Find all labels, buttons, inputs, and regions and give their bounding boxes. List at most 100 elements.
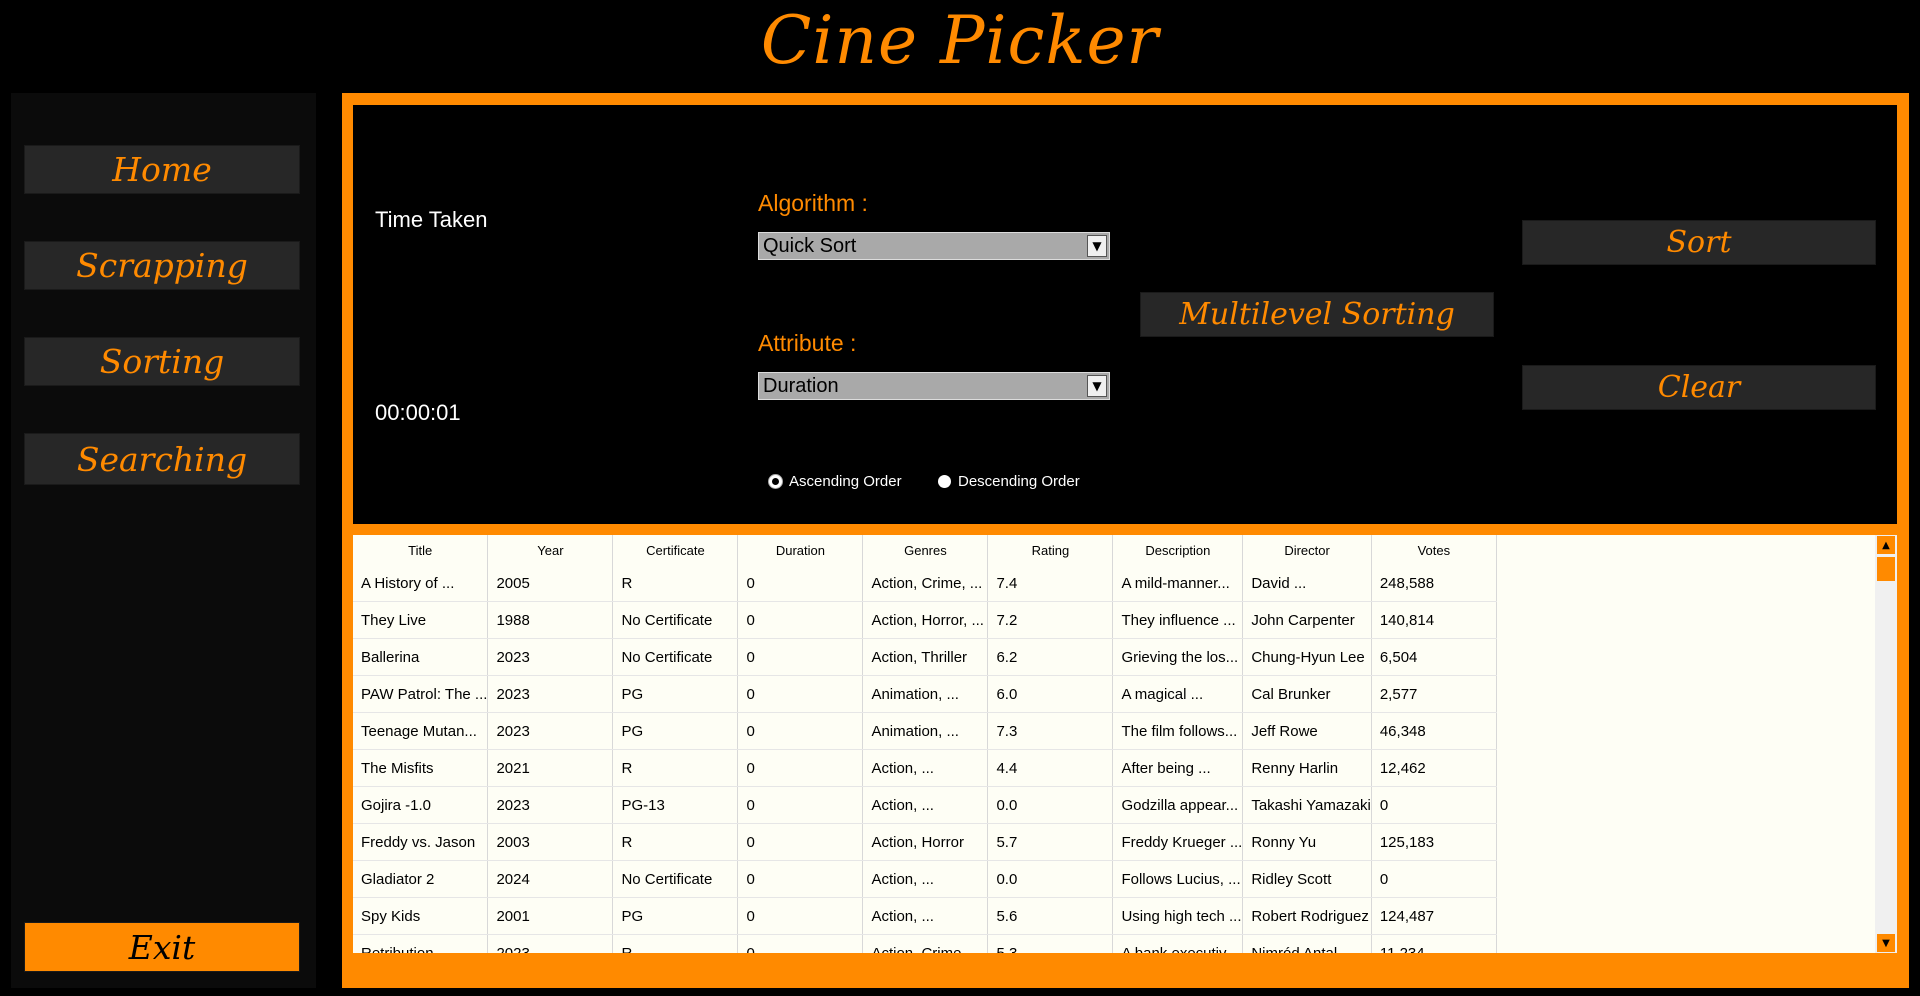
column-header[interactable]: Rating (987, 535, 1114, 565)
ascending-radio[interactable]: Ascending Order (769, 473, 902, 490)
table-cell[interactable]: PAW Patrol: The ... (353, 675, 489, 713)
table-cell[interactable]: 0 (737, 712, 864, 750)
table-cell[interactable]: Animation, ... (862, 712, 989, 750)
algorithm-select[interactable]: Quick Sort ▼ (758, 232, 1110, 260)
column-header[interactable]: Duration (737, 535, 864, 565)
table-cell[interactable]: 125,183 (1371, 823, 1497, 861)
table-cell[interactable]: 12,462 (1371, 749, 1497, 787)
table-cell[interactable]: PG (612, 897, 739, 935)
table-cell[interactable]: The film follows... (1112, 712, 1244, 750)
table-cell[interactable]: 0 (737, 823, 864, 861)
table-cell[interactable]: 0 (1371, 860, 1497, 898)
table-cell[interactable]: They Live (353, 601, 489, 639)
table-cell[interactable]: John Carpenter (1242, 601, 1372, 639)
table-cell[interactable]: 140,814 (1371, 601, 1497, 639)
table-cell[interactable]: 2003 (487, 823, 614, 861)
table-row[interactable]: Gojira -1.0 2023 PG-13 0 Action, ... 0.0 Godzi… (353, 786, 1497, 824)
column-header[interactable]: Director (1242, 535, 1372, 565)
table-row[interactable]: Gladiator 2 2024 No Certificate 0 Action, ..… (353, 860, 1497, 898)
table-cell[interactable]: 0 (737, 749, 864, 787)
column-header[interactable]: Certificate (612, 535, 739, 565)
sort-button[interactable]: Sort (1522, 220, 1876, 265)
attribute-select[interactable]: Duration ▼ (758, 372, 1110, 400)
table-cell[interactable]: Takashi Yamazaki (1242, 786, 1372, 824)
table-cell[interactable]: 6.2 (987, 638, 1114, 676)
table-row[interactable]: Freddy vs. Jason 2003 R 0 Action, Horror 5.7 F… (353, 823, 1497, 861)
table-cell[interactable]: 7.2 (987, 601, 1114, 639)
table-cell[interactable]: 2023 (487, 712, 614, 750)
table-cell[interactable]: No Certificate (612, 860, 739, 898)
table-cell[interactable]: Chung-Hyun Lee (1242, 638, 1372, 676)
table-cell[interactable]: PG (612, 712, 739, 750)
table-cell[interactable]: Action, Horror, ... (862, 601, 989, 639)
table-cell[interactable]: 7.4 (987, 565, 1114, 602)
table-cell[interactable]: R (612, 565, 739, 602)
table-row[interactable]: Spy Kids 2001 PG 0 Action, ... 5.6 Using high … (353, 897, 1497, 935)
table-cell[interactable]: 1988 (487, 601, 614, 639)
table-cell[interactable]: 0 (737, 786, 864, 824)
table-cell[interactable]: 4.4 (987, 749, 1114, 787)
table-cell[interactable]: Action, ... (862, 897, 989, 935)
table-cell[interactable]: 6.0 (987, 675, 1114, 713)
nav-home-button[interactable]: Home (24, 145, 300, 194)
table-cell[interactable]: 2023 (487, 638, 614, 676)
table-cell[interactable]: Using high tech ... (1112, 897, 1244, 935)
table-cell[interactable]: 0 (737, 860, 864, 898)
table-cell[interactable]: They influence ... (1112, 601, 1244, 639)
table-cell[interactable]: 0 (1371, 786, 1497, 824)
column-header[interactable]: Year (487, 535, 614, 565)
column-header[interactable]: Votes (1371, 535, 1497, 565)
table-cell[interactable]: 0 (737, 638, 864, 676)
table-cell[interactable]: 5.3 (987, 934, 1114, 953)
table-cell[interactable]: 2023 (487, 934, 614, 953)
column-header[interactable]: Title (353, 535, 489, 565)
table-cell[interactable]: After being ... (1112, 749, 1244, 787)
table-cell[interactable]: PG-13 (612, 786, 739, 824)
table-cell[interactable]: 0.0 (987, 786, 1114, 824)
scroll-thumb[interactable] (1877, 557, 1895, 581)
table-cell[interactable]: Cal Brunker (1242, 675, 1372, 713)
nav-scrapping-button[interactable]: Scrapping (24, 241, 300, 290)
table-cell[interactable]: Gojira -1.0 (353, 786, 489, 824)
table-row[interactable]: The Misfits 2021 R 0 Action, ... 4.4 After bei… (353, 749, 1497, 787)
table-cell[interactable]: Nimród Antal (1242, 934, 1372, 953)
table-cell[interactable]: No Certificate (612, 638, 739, 676)
table-cell[interactable]: R (612, 823, 739, 861)
table-cell[interactable]: Action, Horror (862, 823, 989, 861)
descending-radio[interactable]: Descending Order (938, 473, 1080, 490)
table-cell[interactable]: No Certificate (612, 601, 739, 639)
table-row[interactable]: Ballerina 2023 No Certificate 0 Action, Thri… (353, 638, 1497, 676)
table-cell[interactable]: Action, Thriller (862, 638, 989, 676)
chevron-down-icon[interactable]: ▼ (1087, 235, 1107, 257)
table-cell[interactable]: A History of ... (353, 565, 489, 602)
table-cell[interactable]: Action, ... (862, 749, 989, 787)
table-cell[interactable]: 0 (737, 675, 864, 713)
table-cell[interactable]: R (612, 934, 739, 953)
table-cell[interactable]: Action, ... (862, 786, 989, 824)
table-cell[interactable]: Action, Crime (862, 934, 989, 953)
table-cell[interactable]: The Misfits (353, 749, 489, 787)
table-cell[interactable]: Spy Kids (353, 897, 489, 935)
clear-button[interactable]: Clear (1522, 365, 1876, 410)
table-cell[interactable]: Follows Lucius, ... (1112, 860, 1244, 898)
column-header[interactable]: Genres (862, 535, 989, 565)
table-cell[interactable]: Jeff Rowe (1242, 712, 1372, 750)
table-cell[interactable]: 2023 (487, 786, 614, 824)
table-cell[interactable]: A magical ... (1112, 675, 1244, 713)
table-cell[interactable]: 2001 (487, 897, 614, 935)
table-cell[interactable]: Teenage Mutan... (353, 712, 489, 750)
table-cell[interactable]: Action, ... (862, 860, 989, 898)
table-cell[interactable]: 0 (737, 601, 864, 639)
table-cell[interactable]: 0 (737, 565, 864, 602)
table-cell[interactable]: Action, Crime, ... (862, 565, 989, 602)
table-cell[interactable]: 124,487 (1371, 897, 1497, 935)
table-cell[interactable]: Freddy vs. Jason (353, 823, 489, 861)
table-cell[interactable]: Ballerina (353, 638, 489, 676)
table-row[interactable]: Teenage Mutan... 2023 PG 0 Animation, ... 7.3… (353, 712, 1497, 750)
table-cell[interactable]: R (612, 749, 739, 787)
table-cell[interactable]: A mild-manner... (1112, 565, 1244, 602)
table-cell[interactable]: 6,504 (1371, 638, 1497, 676)
table-cell[interactable]: Robert Rodriguez (1242, 897, 1372, 935)
table-cell[interactable]: Ronny Yu (1242, 823, 1372, 861)
table-cell[interactable]: 0 (737, 934, 864, 953)
